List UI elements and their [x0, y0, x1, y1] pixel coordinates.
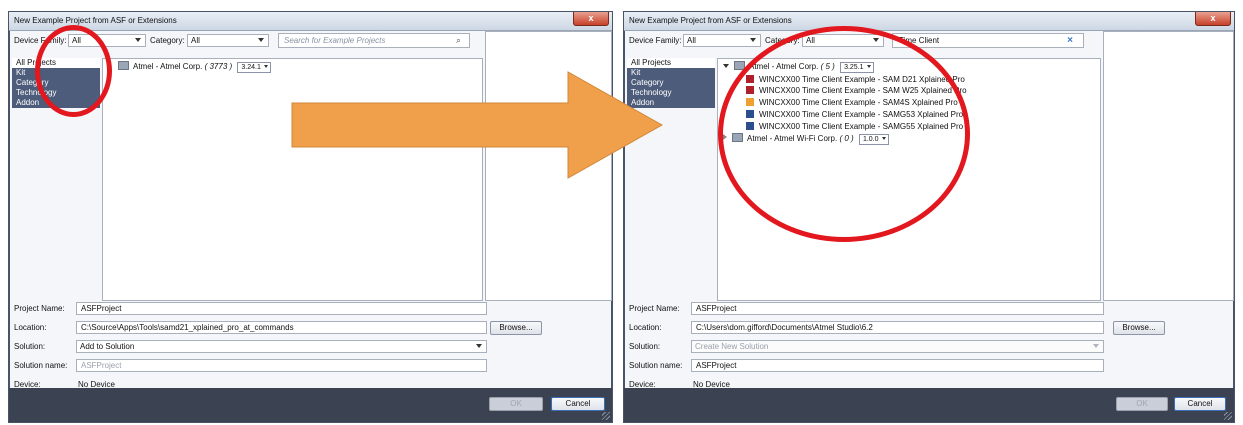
version-value: 3.24.1: [241, 64, 261, 71]
device-family-select[interactable]: All: [683, 34, 761, 47]
project-name-label: Project Name:: [14, 304, 65, 313]
highlight-circle: [718, 26, 970, 242]
cancel-button[interactable]: Cancel: [1174, 397, 1226, 411]
chevron-down-icon: [135, 38, 141, 42]
category-all-projects[interactable]: All Projects: [627, 58, 715, 68]
category-label: Category:: [150, 36, 185, 45]
category-select[interactable]: All: [187, 34, 269, 47]
folder-icon: [118, 61, 129, 70]
expand-icon[interactable]: [723, 64, 729, 68]
close-button[interactable]: x: [573, 12, 609, 26]
title-bar: New Example Project from ASF or Extensio…: [624, 12, 1234, 31]
location-value: C:\Source\Apps\Tools\samd21_xplained_pro…: [81, 323, 294, 332]
browse-button[interactable]: Browse...: [1113, 321, 1165, 335]
ok-button[interactable]: OK: [489, 397, 543, 411]
close-button[interactable]: x: [1195, 12, 1231, 26]
chevron-down-icon: [750, 38, 756, 42]
close-icon: x: [1210, 13, 1216, 23]
search-input[interactable]: Time Client ×: [892, 33, 1084, 48]
device-family-value: All: [687, 36, 696, 45]
dialog-footer: OK Cancel: [9, 388, 612, 422]
description-panel: [1103, 31, 1234, 301]
search-icon: ⌕: [455, 35, 461, 45]
solution-name-label: Solution name:: [14, 361, 68, 370]
project-name-value: ASFProject: [81, 304, 122, 313]
resize-grip[interactable]: [602, 412, 610, 420]
solution-label: Solution:: [14, 342, 46, 351]
browse-button[interactable]: Browse...: [490, 321, 542, 335]
category-value: All: [191, 36, 200, 45]
solution-name-field[interactable]: ASFProject: [76, 359, 487, 372]
solution-label: Solution:: [629, 342, 661, 351]
highlight-circle: [35, 25, 112, 117]
ok-button[interactable]: OK: [1116, 397, 1168, 411]
solution-select[interactable]: Add to Solution: [76, 340, 487, 353]
device-family-label: Device Family:: [629, 36, 682, 45]
tree-vendor-row[interactable]: Atmel - Atmel Corp. ( 3773 ) 3.24.1: [118, 61, 271, 73]
chevron-down-icon: [263, 65, 268, 68]
search-input[interactable]: Search for Example Projects ⌕: [278, 33, 470, 48]
project-name-field[interactable]: ASFProject: [691, 302, 1104, 315]
project-name-field[interactable]: ASFProject: [76, 302, 487, 315]
solution-name-label: Solution name:: [629, 361, 683, 370]
chevron-down-icon: [258, 38, 264, 42]
solution-select[interactable]: Create New Solution: [691, 340, 1104, 353]
chevron-down-icon: [1093, 344, 1099, 348]
resize-grip[interactable]: [1224, 412, 1232, 420]
solution-value: Add to Solution: [80, 342, 135, 351]
project-name-label: Project Name:: [629, 304, 680, 313]
vendor-count: ( 3773 ): [204, 62, 233, 71]
close-icon: x: [588, 13, 594, 23]
solution-name-value: ASFProject: [81, 361, 122, 370]
solution-name-field[interactable]: ASFProject: [691, 359, 1104, 372]
clear-search-icon[interactable]: ×: [1067, 35, 1073, 46]
cancel-button[interactable]: Cancel: [551, 397, 605, 411]
location-label: Location:: [14, 323, 47, 332]
location-field[interactable]: C:\Source\Apps\Tools\samd21_xplained_pro…: [76, 321, 487, 334]
search-placeholder: Search for Example Projects: [284, 36, 386, 45]
project-name-value: ASFProject: [696, 304, 737, 313]
location-value: C:\Users\dom.gifford\Documents\Atmel Stu…: [696, 323, 873, 332]
dialog-footer: OK Cancel: [624, 388, 1234, 422]
location-field[interactable]: C:\Users\dom.gifford\Documents\Atmel Stu…: [691, 321, 1104, 334]
arrow-icon: [291, 71, 664, 179]
solution-name-value: ASFProject: [696, 361, 737, 370]
version-select[interactable]: 3.24.1: [237, 62, 271, 73]
chevron-down-icon: [476, 344, 482, 348]
dialog-title: New Example Project from ASF or Extensio…: [14, 16, 177, 25]
dialog-title: New Example Project from ASF or Extensio…: [629, 16, 792, 25]
vendor-name: Atmel - Atmel Corp.: [133, 62, 203, 71]
location-label: Location:: [629, 323, 662, 332]
solution-value: Create New Solution: [695, 342, 769, 351]
title-bar: New Example Project from ASF or Extensio…: [9, 12, 612, 31]
